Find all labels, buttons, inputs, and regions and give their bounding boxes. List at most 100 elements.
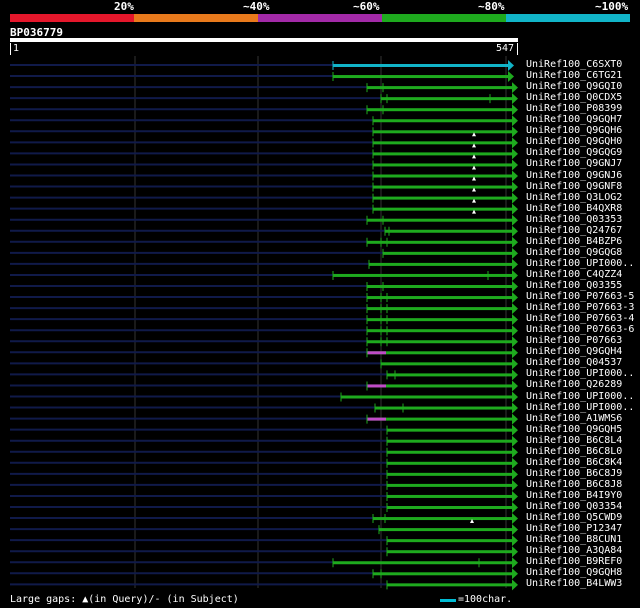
- hit-label[interactable]: UniRef100_Q3LOG2: [526, 192, 622, 203]
- hit-end-arrow: [512, 137, 518, 149]
- hit-label[interactable]: UniRef100_Q9GNJ7: [526, 158, 622, 169]
- hit-end-arrow: [512, 115, 518, 127]
- hit-label[interactable]: UniRef100_UPI000..: [526, 258, 634, 269]
- hit-aligned-bar: [373, 119, 512, 123]
- hit-label[interactable]: UniRef100_P07663-3: [526, 302, 634, 313]
- hit-row: [10, 369, 518, 381]
- hit-label[interactable]: UniRef100_P07663: [526, 335, 622, 346]
- hit-aligned-bar: [333, 75, 508, 79]
- hit-end-arrow: [512, 269, 518, 281]
- hit-end-arrow: [512, 225, 518, 237]
- hit-label[interactable]: UniRef100_A1WMS6: [526, 413, 622, 424]
- hit-row: [10, 568, 518, 580]
- hit-label[interactable]: UniRef100_Q26289: [526, 379, 622, 390]
- gap-legend: Large gaps: ▲(in Query)/- (in Subject): [10, 594, 239, 605]
- hit-end-arrow: [512, 479, 518, 491]
- hit-row: [10, 347, 518, 359]
- hit-aligned-bar: [373, 152, 512, 156]
- hit-aligned-bar: [375, 406, 512, 410]
- hit-label[interactable]: UniRef100_Q03355: [526, 280, 622, 291]
- hit-label[interactable]: UniRef100_B6C8J8: [526, 479, 622, 490]
- hit-label[interactable]: UniRef100_P07663-4: [526, 313, 634, 324]
- hit-aligned-bar: [373, 517, 512, 521]
- hit-label[interactable]: UniRef100_Q9GQH7: [526, 114, 622, 125]
- hit-aligned-bar: [385, 229, 512, 233]
- hit-end-arrow: [512, 380, 518, 392]
- hit-label[interactable]: UniRef100_Q9GNJ6: [526, 170, 622, 181]
- hit-end-arrow: [512, 524, 518, 536]
- hit-label[interactable]: UniRef100_UPI000..: [526, 391, 634, 402]
- hit-row: [10, 159, 518, 171]
- hit-label[interactable]: UniRef100_Q03353: [526, 214, 622, 225]
- hit-row: [10, 546, 518, 558]
- hit-row: [10, 435, 518, 447]
- hit-label[interactable]: UniRef100_Q5CWD9: [526, 512, 622, 523]
- hit-label[interactable]: UniRef100_Q03354: [526, 501, 622, 512]
- hit-label[interactable]: UniRef100_B4I9Y0: [526, 490, 622, 501]
- hit-label[interactable]: UniRef100_A3QA84: [526, 545, 622, 556]
- hit-label[interactable]: UniRef100_B4QXR8: [526, 203, 622, 214]
- hit-aligned-bar: [383, 251, 512, 255]
- hit-row: [10, 60, 514, 71]
- hit-label[interactable]: UniRef100_Q24767: [526, 225, 622, 236]
- hit-row: [10, 468, 518, 480]
- hit-end-arrow: [512, 325, 518, 337]
- hit-label[interactable]: UniRef100_Q9GQH8: [526, 567, 622, 578]
- hit-aligned-bar: [367, 285, 512, 288]
- hit-aligned-bar: [387, 450, 512, 454]
- hit-end-arrow: [512, 424, 518, 436]
- hit-label[interactable]: UniRef100_C4QZZ4: [526, 269, 622, 280]
- hit-aligned-bar: [367, 417, 512, 421]
- hit-label[interactable]: UniRef100_P07663-6: [526, 324, 634, 335]
- hit-row: [10, 181, 518, 193]
- hit-end-arrow: [512, 513, 518, 525]
- hit-label[interactable]: UniRef100_Q9GNF8: [526, 181, 622, 192]
- hit-aligned-bar: [373, 174, 512, 178]
- hit-end-arrow: [512, 435, 518, 447]
- hit-label[interactable]: UniRef100_B4BZP6: [526, 236, 622, 247]
- hit-label[interactable]: UniRef100_Q04537: [526, 357, 622, 368]
- hit-label[interactable]: UniRef100_Q9GQG9: [526, 147, 622, 158]
- hit-label[interactable]: UniRef100_Q9GQG8: [526, 247, 622, 258]
- hit-label[interactable]: UniRef100_B6C8L4: [526, 435, 622, 446]
- hit-label[interactable]: UniRef100_B6C8L0: [526, 446, 622, 457]
- hit-label[interactable]: UniRef100_Q0CDX5: [526, 92, 622, 103]
- hit-row: [10, 424, 518, 436]
- hit-row: [10, 446, 518, 458]
- hit-label[interactable]: UniRef100_B9REF0: [526, 556, 622, 567]
- hit-label[interactable]: UniRef100_C6SXT0: [526, 59, 622, 70]
- hit-label[interactable]: UniRef100_UPI000..: [526, 402, 634, 413]
- hit-label[interactable]: UniRef100_B6C8J9: [526, 468, 622, 479]
- hit-label[interactable]: UniRef100_B8CUN1: [526, 534, 622, 545]
- hit-label[interactable]: UniRef100_Q9GQI0: [526, 81, 622, 92]
- hit-row: [10, 502, 518, 513]
- hit-label[interactable]: UniRef100_P12347: [526, 523, 622, 534]
- hit-end-arrow: [512, 413, 518, 425]
- hit-row: [10, 247, 518, 259]
- hit-end-arrow: [512, 148, 518, 160]
- hit-label[interactable]: UniRef100_P07663-5: [526, 291, 634, 302]
- hit-row: [10, 391, 518, 403]
- hit-label[interactable]: UniRef100_UPI000..: [526, 368, 634, 379]
- hit-aligned-bar: [341, 395, 512, 399]
- hit-aligned-bar: [333, 64, 508, 67]
- hit-label[interactable]: UniRef100_Q9GQH4: [526, 346, 622, 357]
- hit-aligned-bar: [367, 218, 512, 222]
- hit-label[interactable]: UniRef100_C6TG21: [526, 70, 622, 81]
- hit-row: [10, 203, 518, 215]
- hit-end-arrow: [508, 60, 514, 71]
- hit-label[interactable]: UniRef100_B6C8K4: [526, 457, 622, 468]
- hit-aligned-bar: [387, 461, 512, 465]
- hit-label[interactable]: UniRef100_B4LWW3: [526, 578, 622, 589]
- hit-end-arrow: [512, 557, 518, 569]
- hit-aligned-bar: [379, 528, 512, 532]
- hit-end-arrow: [512, 336, 518, 348]
- hit-label[interactable]: UniRef100_Q9GQH5: [526, 424, 622, 435]
- hit-label[interactable]: UniRef100_Q9GQH0: [526, 136, 622, 147]
- hit-label[interactable]: UniRef100_Q9GQH6: [526, 125, 622, 136]
- hit-end-arrow: [512, 579, 518, 591]
- hit-row: [10, 192, 518, 204]
- hit-row: [10, 148, 518, 160]
- hit-aligned-bar: [367, 384, 512, 388]
- hit-label[interactable]: UniRef100_P08399: [526, 103, 622, 114]
